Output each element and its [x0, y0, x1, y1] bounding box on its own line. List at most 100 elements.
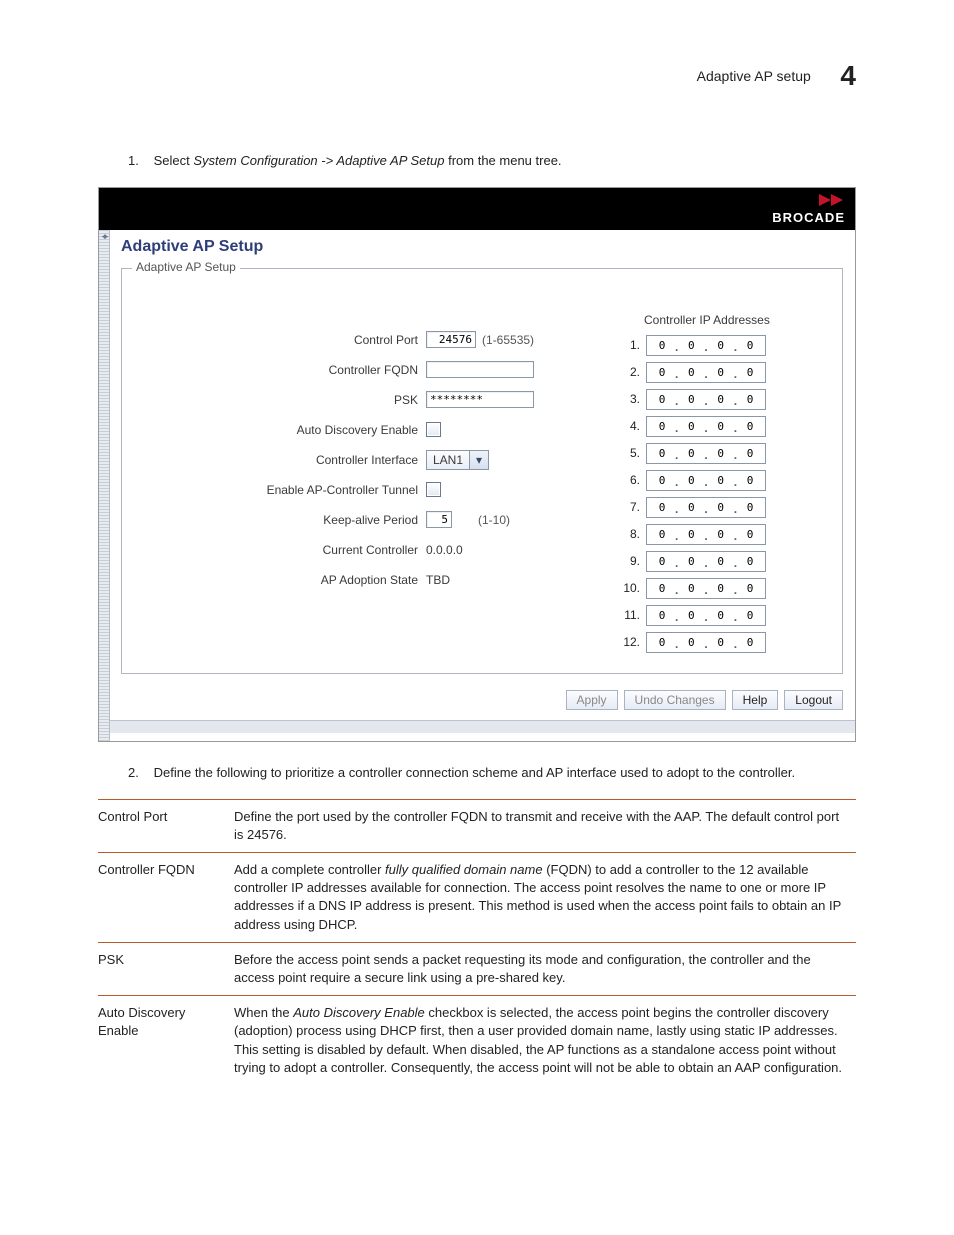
ip-address-input[interactable]: ...	[646, 497, 766, 518]
ip-address-input[interactable]: ...	[646, 578, 766, 599]
ip-octet-input[interactable]	[739, 609, 761, 622]
ip-octet-input[interactable]	[680, 528, 702, 541]
group-legend: Adaptive AP Setup	[132, 260, 240, 274]
desc-control-port: Define the port used by the controller F…	[234, 799, 856, 852]
ip-address-input[interactable]: ...	[646, 470, 766, 491]
ip-address-input[interactable]: ...	[646, 362, 766, 383]
ip-octet-input[interactable]	[680, 555, 702, 568]
auto-discovery-label: Auto Discovery Enable	[236, 423, 426, 437]
ip-octet-input[interactable]	[710, 555, 732, 568]
ip-row-index: 1.	[616, 338, 646, 352]
control-port-hint: (1-65535)	[482, 333, 534, 347]
ip-octet-input[interactable]	[739, 339, 761, 352]
ip-octet-input[interactable]	[680, 420, 702, 433]
ip-octet-input[interactable]	[739, 501, 761, 514]
ip-octet-input[interactable]	[710, 339, 732, 352]
ip-octet-input[interactable]	[739, 447, 761, 460]
ip-octet-input[interactable]	[680, 636, 702, 649]
ip-octet-input[interactable]	[651, 474, 673, 487]
ip-address-input[interactable]: ...	[646, 524, 766, 545]
ip-octet-input[interactable]	[710, 582, 732, 595]
ip-octet-input[interactable]	[651, 582, 673, 595]
ip-address-input[interactable]: ...	[646, 416, 766, 437]
ip-octet-input[interactable]	[680, 582, 702, 595]
ip-octet-input[interactable]	[710, 393, 732, 406]
ip-row-index: 11.	[616, 608, 646, 622]
ip-octet-input[interactable]	[739, 393, 761, 406]
ip-octet-input[interactable]	[651, 339, 673, 352]
ip-octet-input[interactable]	[739, 366, 761, 379]
ip-address-input[interactable]: ...	[646, 551, 766, 572]
apply-button[interactable]: Apply	[566, 690, 618, 710]
ip-octet-input[interactable]	[710, 501, 732, 514]
undo-changes-button[interactable]: Undo Changes	[624, 690, 726, 710]
ip-address-row: 11....	[616, 605, 826, 626]
ip-octet-input[interactable]	[680, 339, 702, 352]
ip-row-index: 6.	[616, 473, 646, 487]
help-button[interactable]: Help	[732, 690, 779, 710]
chapter-number: 4	[840, 60, 856, 92]
psk-input[interactable]	[426, 391, 534, 408]
ip-address-input[interactable]: ...	[646, 605, 766, 626]
ip-address-row: 12....	[616, 632, 826, 653]
enable-tunnel-checkbox[interactable]	[426, 482, 441, 497]
ip-octet-input[interactable]	[651, 609, 673, 622]
ip-address-row: 10....	[616, 578, 826, 599]
keep-alive-hint: (1-10)	[478, 513, 510, 527]
ip-octet-input[interactable]	[710, 447, 732, 460]
ip-row-index: 4.	[616, 419, 646, 433]
keep-alive-label: Keep-alive Period	[236, 513, 426, 527]
ip-octet-input[interactable]	[710, 366, 732, 379]
desc-controller-fqdn: Add a complete controller fully qualifie…	[234, 853, 856, 943]
ip-octet-input[interactable]	[680, 609, 702, 622]
ip-octet-input[interactable]	[710, 609, 732, 622]
ip-octet-input[interactable]	[739, 420, 761, 433]
ip-address-row: 2....	[616, 362, 826, 383]
action-button-bar: Apply Undo Changes Help Logout	[99, 690, 855, 720]
keep-alive-input[interactable]	[426, 511, 452, 528]
ip-octet-input[interactable]	[710, 636, 732, 649]
ip-octet-input[interactable]	[739, 528, 761, 541]
logout-button[interactable]: Logout	[784, 690, 843, 710]
ip-octet-input[interactable]	[680, 393, 702, 406]
term-controller-fqdn: Controller FQDN	[98, 853, 234, 943]
ip-address-input[interactable]: ...	[646, 632, 766, 653]
ip-octet-input[interactable]	[651, 420, 673, 433]
ip-octet-input[interactable]	[651, 501, 673, 514]
ip-octet-input[interactable]	[651, 528, 673, 541]
ip-octet-input[interactable]	[680, 447, 702, 460]
ip-address-input[interactable]: ...	[646, 335, 766, 356]
ip-octet-input[interactable]	[710, 474, 732, 487]
ip-octet-input[interactable]	[651, 366, 673, 379]
adoption-state-value: TBD	[426, 573, 450, 587]
ip-octet-input[interactable]	[680, 366, 702, 379]
controller-interface-label: Controller Interface	[236, 453, 426, 467]
ip-octet-input[interactable]	[710, 420, 732, 433]
sidebar-collapse-handle[interactable]	[99, 230, 110, 741]
ip-octet-input[interactable]	[680, 501, 702, 514]
ip-row-index: 9.	[616, 554, 646, 568]
controller-fqdn-input[interactable]	[426, 361, 534, 378]
ip-octet-input[interactable]	[651, 636, 673, 649]
ip-address-input[interactable]: ...	[646, 443, 766, 464]
ip-octet-input[interactable]	[710, 528, 732, 541]
ip-octet-input[interactable]	[651, 555, 673, 568]
ip-row-index: 10.	[616, 581, 646, 595]
ip-row-index: 2.	[616, 365, 646, 379]
ip-octet-input[interactable]	[739, 636, 761, 649]
ip-octet-input[interactable]	[739, 474, 761, 487]
ip-octet-input[interactable]	[680, 474, 702, 487]
ip-octet-input[interactable]	[651, 447, 673, 460]
controller-interface-dropdown[interactable]: LAN1 ▾	[426, 450, 489, 470]
ip-address-row: 1....	[616, 335, 826, 356]
ip-octet-input[interactable]	[651, 393, 673, 406]
table-row: Auto Discovery Enable When the Auto Disc…	[98, 996, 856, 1085]
auto-discovery-checkbox[interactable]	[426, 422, 441, 437]
ip-address-input[interactable]: ...	[646, 389, 766, 410]
psk-label: PSK	[236, 393, 426, 407]
control-port-input[interactable]	[426, 331, 476, 348]
ip-octet-input[interactable]	[739, 555, 761, 568]
ip-octet-input[interactable]	[739, 582, 761, 595]
ip-row-index: 12.	[616, 635, 646, 649]
horizontal-scrollbar[interactable]	[99, 720, 855, 733]
